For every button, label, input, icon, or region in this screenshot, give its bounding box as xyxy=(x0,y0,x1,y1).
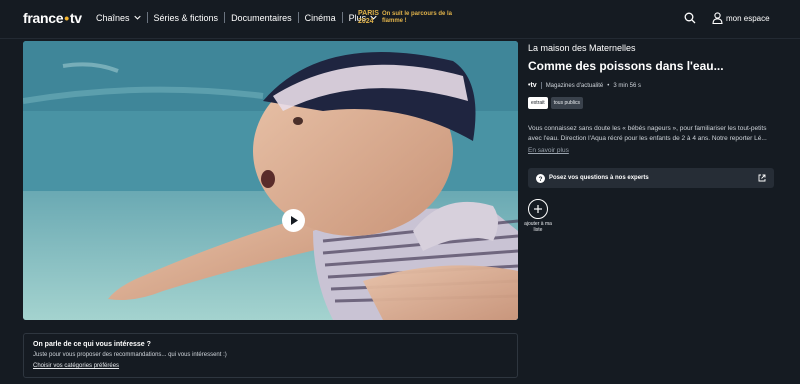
tag-tous-publics: tous publics xyxy=(550,97,584,109)
account-label: mon espace xyxy=(726,13,770,23)
ask-experts-button[interactable]: ? Posez vos questions à nos experts xyxy=(528,168,774,188)
logo-text-france: france xyxy=(23,10,64,26)
tag-list: extrait tous publics xyxy=(528,97,774,109)
nav-label: Chaînes xyxy=(96,12,130,23)
duration-label: 3 min 56 s xyxy=(613,82,641,89)
add-to-list-button[interactable] xyxy=(528,199,548,219)
nav-label: Cinéma xyxy=(304,12,336,23)
play-icon xyxy=(290,216,298,225)
nav-item-documentaires[interactable]: Documentaires xyxy=(231,13,292,23)
nav-divider xyxy=(297,12,299,23)
chevron-down-icon xyxy=(133,15,141,20)
nav-item-cinema[interactable]: Cinéma xyxy=(305,13,336,23)
choose-categories-link[interactable]: Choisir vos catégories préférées xyxy=(33,363,508,369)
search-icon[interactable] xyxy=(684,12,696,24)
video-frame-image xyxy=(23,41,518,320)
meta-divider xyxy=(540,82,542,89)
nav-item-chaines[interactable]: Chaînes xyxy=(96,13,141,23)
logo-text-tv: tv xyxy=(69,10,82,26)
main-nav: Chaînes Séries & fictions Documentaires … xyxy=(96,12,377,23)
nav-divider xyxy=(146,12,148,23)
more-link[interactable]: En savoir plus xyxy=(528,147,774,154)
account-button[interactable]: mon espace xyxy=(712,12,770,24)
show-title[interactable]: La maison des Maternelles xyxy=(528,43,774,53)
header-divider xyxy=(0,38,800,39)
meta-bullet: • xyxy=(607,82,610,89)
nav-item-series[interactable]: Séries & fictions xyxy=(154,13,219,23)
paris-2024-banner[interactable]: PARIS 2024 On suit le parcours de la fla… xyxy=(358,10,462,26)
play-button[interactable] xyxy=(282,209,305,232)
svg-text:?: ? xyxy=(539,176,543,183)
tag-extrait: extrait xyxy=(528,97,548,109)
nav-divider xyxy=(341,12,343,23)
video-info: La maison des Maternelles Comme des pois… xyxy=(528,43,774,154)
ask-experts-label: Posez vos questions à nos experts xyxy=(549,175,649,181)
reco-subtitle: Juste pour vous proposer des recommandat… xyxy=(33,352,227,358)
nav-divider xyxy=(224,12,226,23)
paris-2024-text: On suit le parcours de la flamme ! xyxy=(382,11,453,24)
nav-label: Séries & fictions xyxy=(153,12,219,23)
video-description: Vous connaissez sans doute les « bébés n… xyxy=(528,125,767,142)
plus-icon xyxy=(534,205,542,213)
video-player[interactable] xyxy=(23,41,518,320)
top-header: france • tv Chaînes Séries & fictions Docu… xyxy=(0,0,800,38)
nav-label: Documentaires xyxy=(231,12,292,23)
recommendations-panel: On parle de ce qui vous intéresse ? Just… xyxy=(23,333,518,378)
logo-dot: • xyxy=(64,10,69,26)
add-to-list-label: ajouter à ma liste xyxy=(524,221,552,233)
user-icon xyxy=(712,12,723,24)
category-label: Magazines d'actualité xyxy=(545,82,604,89)
video-meta: •tv Magazines d'actualité • 3 min 56 s xyxy=(528,82,774,89)
question-icon: ? xyxy=(536,173,545,183)
reco-title: On parle de ce qui vous intéresse ? xyxy=(33,341,151,348)
episode-title: Comme des poissons dans l'eau... xyxy=(528,59,724,73)
external-link-icon xyxy=(758,174,766,182)
paris-2024-logo: PARIS 2024 xyxy=(358,10,379,25)
channel-logo: •tv xyxy=(528,82,537,89)
france-tv-logo[interactable]: france • tv xyxy=(23,10,82,26)
